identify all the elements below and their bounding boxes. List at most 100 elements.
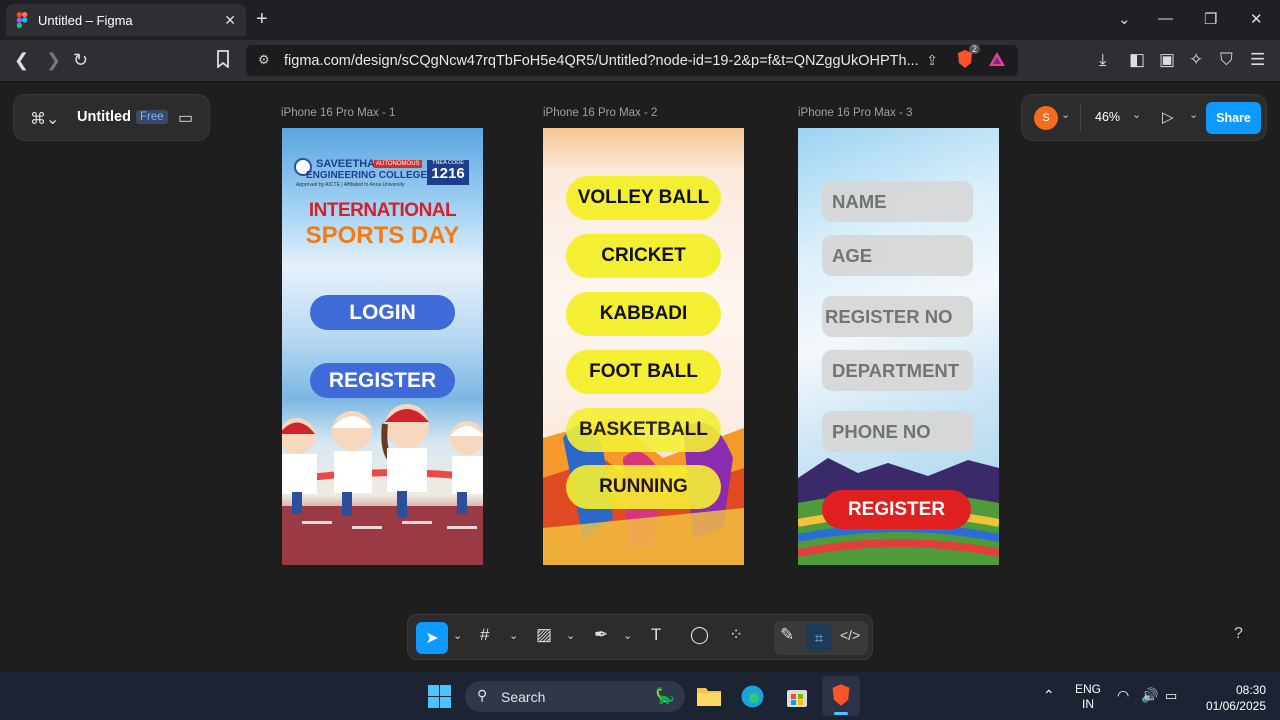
file-name[interactable]: Untitled — [77, 109, 131, 125]
frame-iphone-2[interactable]: VOLLEY BALL CRICKET KABBADI FOOT BALL BA… — [543, 128, 744, 565]
draw-mode-icon[interactable]: ✎ — [780, 625, 794, 645]
restore-icon[interactable]: ❐ — [1204, 10, 1217, 28]
vpn-icon[interactable]: ⛉ — [1220, 50, 1233, 70]
taskbar-search[interactable]: ⚲ Search 🦕 — [465, 681, 685, 712]
frame-chevron-icon[interactable]: ⌄ — [509, 629, 518, 642]
sport-button-running[interactable]: RUNNING — [566, 465, 721, 509]
register-no-field[interactable]: REGISTER NO — [822, 296, 973, 337]
present-chevron-icon[interactable]: ⌄ — [1189, 108, 1198, 121]
new-tab-icon[interactable]: + — [256, 8, 268, 31]
volume-icon[interactable]: 🔊 — [1141, 687, 1158, 704]
active-indicator — [834, 712, 848, 715]
download-icon[interactable]: ⤓ — [1099, 50, 1107, 70]
actions-tool-icon[interactable]: ⁘ — [729, 625, 743, 645]
zoom-level[interactable]: 46% — [1095, 110, 1120, 124]
sport-button-kabbadi[interactable]: KABBADI — [566, 292, 721, 336]
sport-button-basketball[interactable]: BASKETBALL — [566, 408, 721, 452]
forward-icon[interactable]: ❯ — [46, 50, 61, 71]
design-mode-icon[interactable]: ⌗ — [806, 624, 832, 652]
file-explorer-icon[interactable] — [696, 684, 722, 713]
battery-icon[interactable]: ▭ — [1165, 688, 1177, 704]
brave-taskbar-button[interactable] — [822, 676, 860, 716]
sport-button-cricket[interactable]: CRICKET — [566, 234, 721, 278]
frame-iphone-1[interactable]: SAVEETHA AUTONOMOUS ENGINEERING COLLEGE … — [282, 128, 483, 565]
menu-icon[interactable]: ☰ — [1250, 50, 1265, 70]
frame-label[interactable]: iPhone 16 Pro Max - 3 — [798, 107, 912, 119]
move-tool-icon[interactable]: ➤ — [416, 622, 448, 654]
pen-tool-icon[interactable]: ✒ — [594, 625, 608, 645]
divider — [1080, 104, 1081, 132]
tnea-code-box: TNEA CODE 1216 — [427, 160, 469, 185]
avatar[interactable]: S — [1034, 106, 1058, 130]
clock[interactable]: 08:30 01/06/2025 — [1194, 682, 1266, 714]
heading-international: INTERNATIONAL — [308, 200, 457, 221]
shape-chevron-icon[interactable]: ⌄ — [566, 629, 575, 642]
comment-tool-icon[interactable]: ◯ — [690, 625, 709, 645]
kids-running-illustration — [282, 404, 483, 565]
register-submit-button[interactable]: REGISTER — [822, 490, 971, 529]
college-name-line1: SAVEETHA — [316, 158, 376, 170]
wallet-icon[interactable]: ▣ — [1159, 50, 1175, 70]
frame-tool-icon[interactable]: # — [480, 625, 489, 645]
figma-logo-icon — [16, 12, 28, 28]
minimize-icon[interactable]: — — [1158, 10, 1173, 27]
frame-label[interactable]: iPhone 16 Pro Max - 2 — [543, 107, 657, 119]
image-tool-icon[interactable]: ▨ — [536, 625, 552, 645]
close-tab-icon[interactable]: ✕ — [224, 12, 236, 29]
edge-icon[interactable] — [740, 684, 765, 714]
reload-icon[interactable]: ↻ — [73, 50, 88, 71]
language-indicator[interactable]: ENG IN — [1072, 682, 1104, 712]
tray-overflow-icon[interactable]: ⌃ — [1043, 687, 1055, 704]
sport-button-volleyball[interactable]: VOLLEY BALL — [566, 176, 721, 220]
zoom-chevron-icon[interactable]: ⌄ — [1132, 108, 1141, 121]
plan-badge: Free — [136, 110, 168, 124]
share-button[interactable]: Share — [1206, 102, 1261, 134]
back-icon[interactable]: ❮ — [14, 50, 29, 71]
region-code: IN — [1082, 697, 1094, 711]
pen-chevron-icon[interactable]: ⌄ — [623, 629, 632, 642]
clock-date: 01/06/2025 — [1205, 699, 1266, 713]
avatar-chevron-icon[interactable]: ⌄ — [1061, 108, 1070, 121]
windows-start-icon[interactable] — [428, 685, 451, 713]
dev-mode-icon[interactable]: </> — [840, 627, 860, 643]
figma-toolbar: ➤ ⌄ # ⌄ ▨ ⌄ ✒ ⌄ T ◯ ⁘ ✎ ⌗ </> — [407, 614, 873, 660]
wifi-icon[interactable]: ◠ — [1117, 687, 1129, 704]
move-chevron-icon[interactable]: ⌄ — [453, 629, 462, 642]
frame-iphone-3[interactable]: NAME AGE REGISTER NO DEPARTMENT PHONE NO… — [798, 128, 999, 565]
age-field[interactable]: AGE — [822, 235, 973, 276]
store-icon[interactable] — [785, 685, 809, 714]
help-button[interactable]: ? — [1234, 625, 1243, 643]
tab-title: Untitled – Figma — [38, 12, 133, 28]
register-button[interactable]: REGISTER — [310, 363, 455, 398]
phone-no-field[interactable]: PHONE NO — [822, 411, 973, 452]
window-close-icon[interactable]: ✕ — [1250, 10, 1263, 28]
text-tool-icon[interactable]: T — [651, 625, 661, 645]
sport-button-football[interactable]: FOOT BALL — [566, 350, 721, 394]
name-field[interactable]: NAME — [822, 181, 973, 222]
tab-search-chevron-icon[interactable]: ⌄ — [1118, 10, 1131, 28]
main-menu-icon[interactable]: ⌘⌄ — [30, 109, 59, 129]
search-label: Search — [501, 688, 546, 705]
sidebar-toggle-icon[interactable]: ◧ — [1129, 50, 1145, 70]
browser-tab-bar: Untitled – Figma ✕ + ⌄ — ❐ ✕ — [0, 0, 1280, 40]
department-field[interactable]: DEPARTMENT — [822, 350, 973, 391]
heading-sports-day: SPORTS DAY — [305, 222, 460, 249]
login-button[interactable]: LOGIN — [310, 295, 455, 330]
leo-ai-icon[interactable]: ✧ — [1189, 50, 1203, 70]
search-icon: ⚲ — [477, 687, 488, 703]
college-name-line2: ENGINEERING COLLEGE — [306, 170, 428, 181]
layers-panel-icon[interactable]: ▭ — [178, 108, 193, 128]
bookmark-icon[interactable] — [216, 50, 230, 73]
url-field[interactable]: ⚙ figma.com/design/sCQgNcw47rqTbFoH5e4QR… — [246, 44, 1018, 76]
file-panel: ⌘⌄ Untitled Free ▭ — [13, 94, 210, 141]
share-page-icon[interactable]: ⇪ — [926, 52, 938, 69]
frame-label[interactable]: iPhone 16 Pro Max - 1 — [281, 107, 395, 119]
language-code: ENG — [1074, 682, 1101, 696]
site-info-icon[interactable]: ⚙ — [258, 52, 270, 68]
browser-tab[interactable]: Untitled – Figma ✕ — [6, 4, 246, 36]
present-icon[interactable]: ▷ — [1162, 108, 1174, 126]
top-right-panel: S ⌄ 46% ⌄ ▷ ⌄ Share — [1021, 94, 1267, 141]
shield-count-badge: 2 — [968, 44, 980, 54]
affiliation-text: Approved by AICTE | Affiliated to Anna U… — [296, 182, 405, 188]
brave-rewards-icon[interactable] — [988, 50, 1006, 72]
